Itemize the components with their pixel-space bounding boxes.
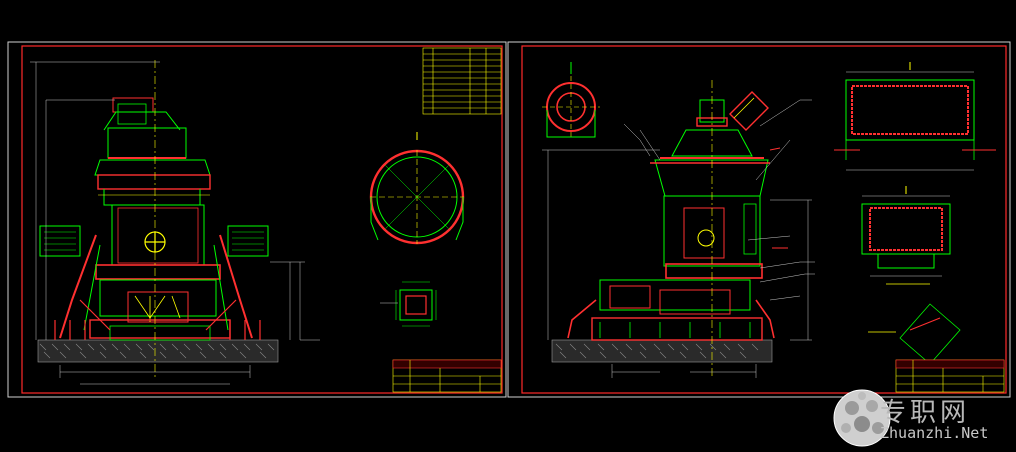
left-parts-list-table [422,47,502,115]
right-foundation [551,339,773,363]
right-ring-detail [542,62,600,138]
left-foundation [37,339,279,363]
left-drawing-sheet [7,41,507,398]
right-plan-view-top [834,62,996,171]
right-rotated-detail [868,303,961,365]
right-mill-elevation [567,80,815,378]
cad-drawing-canvas [7,41,1011,447]
left-dimension-lines [30,61,320,385]
right-drawing-sheet [507,41,1011,398]
left-title-block [392,359,502,393]
left-section-ring-view [369,132,465,245]
left-detail-view [380,281,437,327]
left-mill-elevation [39,60,269,380]
watermark-url-text: Zhuanzhi.Net [880,424,989,442]
right-title-block [895,359,1005,393]
right-plan-view-middle [861,186,951,285]
